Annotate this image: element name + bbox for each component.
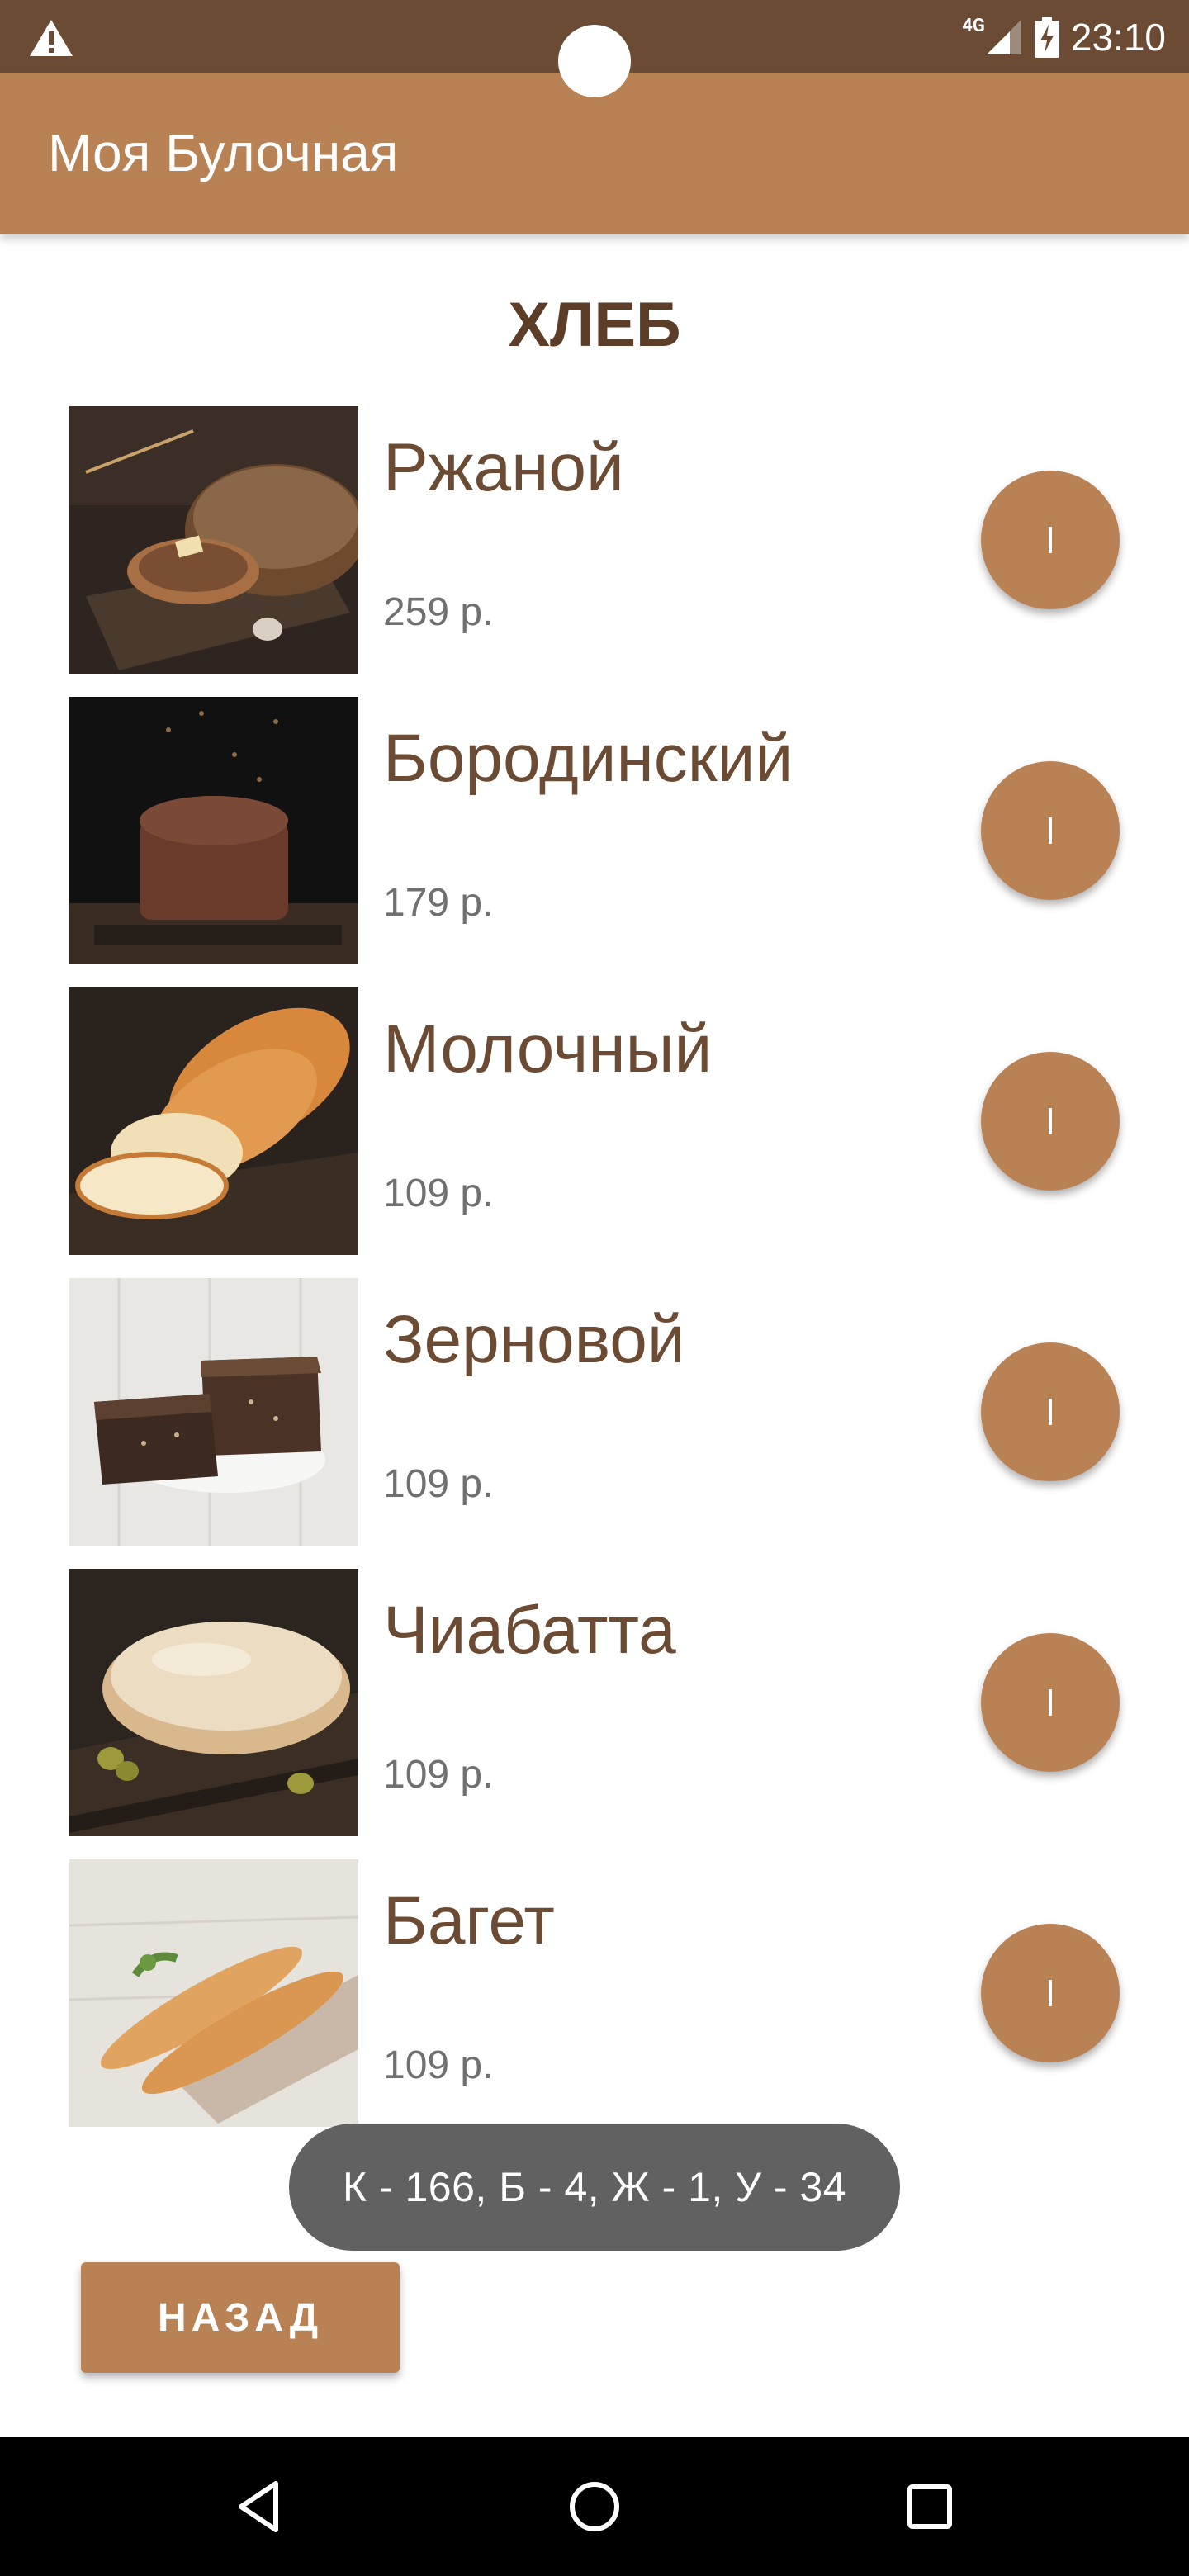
add-to-cart-button[interactable] (981, 761, 1120, 900)
borodinsky-bread-photo (69, 697, 358, 964)
rye-bread-photo (69, 406, 358, 674)
product-price: 259 р. (383, 590, 494, 634)
toast-text: К - 166, Б - 4, Ж - 1, У - 34 (342, 2164, 847, 2210)
camera-cutout (558, 25, 631, 97)
add-to-cart-button[interactable] (981, 1924, 1120, 2062)
add-button-bar-icon (1049, 527, 1052, 553)
add-button-bar-icon (1049, 1399, 1052, 1425)
add-button-bar-icon (1049, 817, 1052, 844)
back-triangle-icon[interactable] (228, 2474, 294, 2540)
product-item: Молочный 109 р. (0, 987, 1189, 1255)
product-item: Багет 109 р. (0, 1859, 1189, 2127)
add-button-bar-icon (1049, 1689, 1052, 1716)
product-price: 109 р. (383, 2043, 494, 2087)
product-item: Бородинский 179 р. (0, 697, 1189, 964)
system-nav-bar (0, 2437, 1189, 2576)
product-name: Бородинский (383, 721, 793, 796)
network-type-label: 4G (962, 15, 985, 36)
product-name: Молочный (383, 1011, 713, 1087)
back-button[interactable]: НАЗАД (81, 2262, 400, 2373)
add-button-bar-icon (1049, 1980, 1052, 2006)
home-circle-icon[interactable] (561, 2474, 628, 2540)
product-item: Ржаной 259 р. (0, 406, 1189, 674)
product-name: Багет (383, 1883, 555, 1958)
product-item: Зерновой 109 р. (0, 1278, 1189, 1546)
warning-icon (30, 20, 73, 56)
battery-charging-icon (1034, 17, 1059, 58)
add-button-bar-icon (1049, 1108, 1052, 1134)
product-item: Чиабатта 109 р. (0, 1569, 1189, 1836)
product-price: 109 р. (383, 1462, 494, 1506)
add-to-cart-button[interactable] (981, 1633, 1120, 1772)
section-title: ХЛЕБ (508, 290, 681, 360)
app-title: Моя Булочная (48, 123, 399, 182)
signal-icon (986, 20, 1021, 54)
nutrition-toast: К - 166, Б - 4, Ж - 1, У - 34 (289, 2124, 900, 2251)
add-to-cart-button[interactable] (981, 1342, 1120, 1481)
baguette-photo (69, 1859, 358, 2127)
product-price: 179 р. (383, 881, 494, 925)
add-to-cart-button[interactable] (981, 471, 1120, 609)
milk-bread-photo (69, 987, 358, 1255)
add-to-cart-button[interactable] (981, 1052, 1120, 1191)
ciabatta-photo (69, 1569, 358, 1836)
product-price: 109 р. (383, 1753, 494, 1797)
product-price: 109 р. (383, 1172, 494, 1215)
product-name: Чиабатта (383, 1593, 676, 1668)
status-time: 23:10 (1070, 16, 1166, 59)
recents-square-icon[interactable] (897, 2474, 963, 2540)
product-name: Ржаной (383, 430, 624, 505)
product-name: Зерновой (383, 1302, 685, 1377)
grain-bread-photo (69, 1278, 358, 1546)
